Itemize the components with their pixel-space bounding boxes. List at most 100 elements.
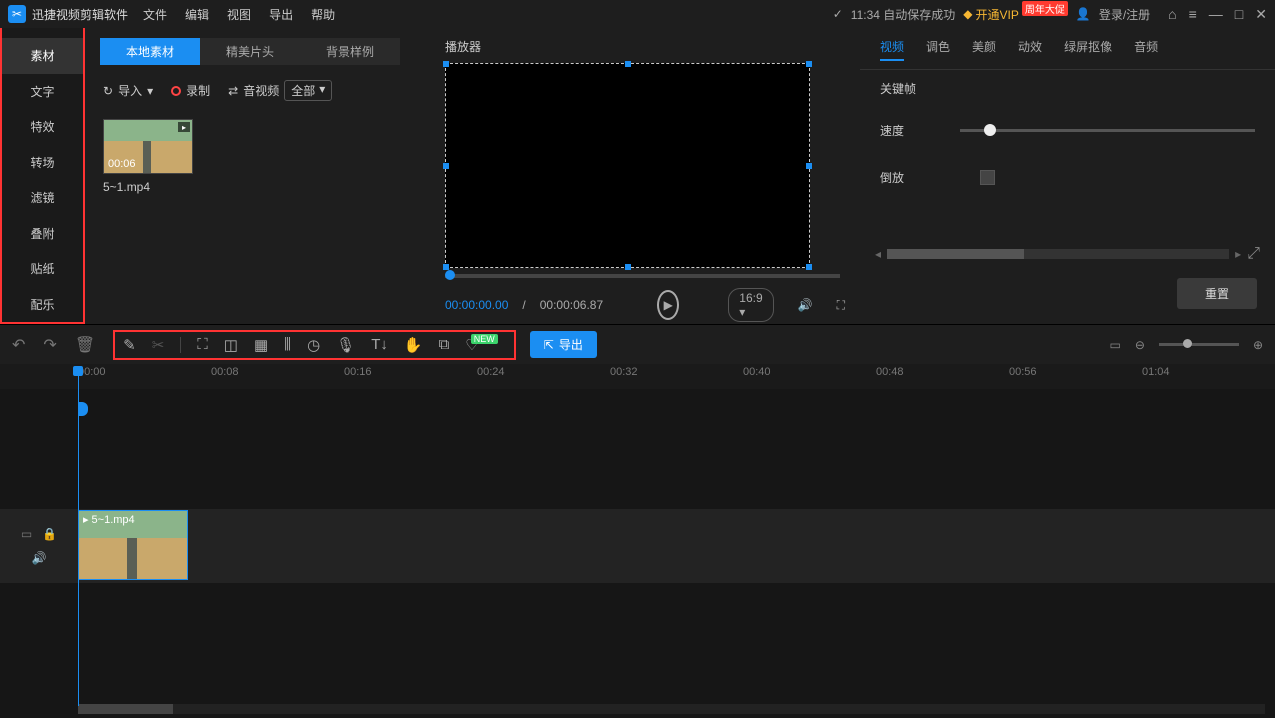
resize-handle[interactable] (806, 264, 812, 270)
clock-icon[interactable]: ◷ (307, 336, 320, 354)
redo-icon[interactable]: ↷ (43, 335, 56, 355)
ruler-mark: 00:16 (344, 364, 477, 389)
fullscreen-icon[interactable]: ⛶ (837, 298, 845, 313)
sidebar-item-effects[interactable]: 特效 (2, 109, 83, 145)
resize-handle[interactable] (443, 61, 449, 67)
av-label: 音视频 (243, 82, 279, 99)
resize-handle[interactable] (625, 61, 631, 67)
timeline-toolbar: ↶ ↷ 🗑 ✎ ✂ ⛶ ◫ ▦ ⫼ ◷ 🎙 T↓ ✋ ⧉ ♡NEW ⇱ 导出 ▭… (0, 324, 1275, 364)
reverse-label: 倒放 (880, 169, 940, 186)
maximize-icon[interactable]: □ (1235, 6, 1243, 23)
ratio-icon[interactable]: ◫ (224, 336, 238, 354)
prop-tab-color[interactable]: 调色 (926, 38, 950, 61)
reset-button[interactable]: 重置 (1177, 278, 1257, 309)
user-icon: 👤 (1076, 7, 1091, 21)
edit-icon[interactable]: ✎ (123, 336, 136, 354)
sidebar-item-text[interactable]: 文字 (2, 74, 83, 110)
media-item[interactable]: ▸ 00:06 5~1.mp4 (103, 119, 415, 194)
login-link[interactable]: 登录/注册 (1099, 6, 1150, 23)
prop-tab-video[interactable]: 视频 (880, 38, 904, 61)
record-icon (171, 86, 181, 96)
record-button[interactable]: 录制 (171, 82, 210, 99)
menu-help[interactable]: 帮助 (311, 6, 335, 23)
menu-edit[interactable]: 编辑 (185, 6, 209, 23)
media-tab-bg[interactable]: 背景样例 (300, 38, 400, 65)
media-tab-local[interactable]: 本地素材 (100, 38, 200, 65)
clip-play-icon: ▸ (83, 513, 89, 526)
track-audio-icon[interactable]: 🔊 (32, 551, 47, 565)
home-icon[interactable]: ⌂ (1168, 6, 1176, 23)
timeline-ruler[interactable]: 00:00 00:08 00:16 00:24 00:32 00:40 00:4… (0, 364, 1275, 389)
ratio-value: 16:9 (739, 291, 762, 305)
fit-icon[interactable]: ▭ (1110, 338, 1121, 352)
zoom-thumb[interactable] (1183, 339, 1192, 348)
prop-tab-beauty[interactable]: 美颜 (972, 38, 996, 61)
player-viewport[interactable] (445, 63, 810, 268)
chart-icon[interactable]: ⫼ (284, 336, 291, 353)
heart-icon[interactable]: ♡NEW (465, 336, 505, 354)
expand-icon[interactable]: ⤢ (1247, 245, 1260, 263)
menu-file[interactable]: 文件 (143, 6, 167, 23)
video-track[interactable]: ▭ 🔒 🔊 ▸5~1.mp4 (0, 509, 1275, 583)
sidebar-item-sticker[interactable]: 贴纸 (2, 251, 83, 287)
app-logo: ✂ (8, 5, 26, 23)
close-icon[interactable]: ✕ (1255, 6, 1267, 23)
prop-tab-audio[interactable]: 音频 (1134, 38, 1158, 61)
prop-scrollbar[interactable] (887, 249, 1229, 259)
scroll-left-icon[interactable]: ◂ (875, 247, 881, 261)
speed-slider[interactable] (960, 129, 1255, 132)
resize-handle[interactable] (443, 163, 449, 169)
hand-icon[interactable]: ✋ (404, 336, 423, 354)
menu-export[interactable]: 导出 (269, 6, 293, 23)
undo-icon[interactable]: ↶ (12, 335, 25, 355)
timeline-clip[interactable]: ▸5~1.mp4 (78, 510, 188, 580)
image-icon[interactable]: ▦ (254, 336, 268, 354)
delete-icon[interactable]: 🗑 (75, 335, 95, 355)
prop-tab-greenscreen[interactable]: 绿屏抠像 (1064, 38, 1112, 61)
slider-thumb[interactable] (984, 124, 996, 136)
export-button[interactable]: ⇱ 导出 (530, 331, 597, 358)
zoom-in-icon[interactable]: ⊕ (1253, 338, 1263, 352)
sidebar-item-material[interactable]: 素材 (2, 38, 83, 74)
play-overlay-icon: ▸ (178, 122, 190, 132)
timeline-scrollbar[interactable] (78, 704, 1265, 714)
titlebar-right: ✓ 11:34 自动保存成功 ◆ 开通VIP 周年大促 👤 登录/注册 ⌂ ≡ … (833, 6, 1267, 23)
menu-view[interactable]: 视图 (227, 6, 251, 23)
import-button[interactable]: ↻ 导入 ▾ (103, 82, 153, 99)
sidebar-item-filter[interactable]: 滤镜 (2, 180, 83, 216)
sidebar-item-overlay[interactable]: 叠附 (2, 216, 83, 252)
clip-name: 5~1.mp4 (92, 514, 135, 526)
scroll-right-icon[interactable]: ▸ (1235, 247, 1241, 261)
lock-icon[interactable]: 🔒 (42, 527, 57, 541)
resize-handle[interactable] (806, 61, 812, 67)
track-marker[interactable] (78, 402, 88, 416)
play-button[interactable]: ▶ (657, 290, 679, 320)
media-tab-intro[interactable]: 精美片头 (200, 38, 300, 65)
cut-icon[interactable]: ✂ (152, 336, 165, 354)
crop-icon[interactable]: ⛶ (197, 336, 208, 353)
resize-handle[interactable] (806, 163, 812, 169)
export-label: 导出 (559, 336, 583, 353)
seek-thumb[interactable] (445, 270, 455, 280)
zoom-out-icon[interactable]: ⊖ (1135, 338, 1145, 352)
copy-icon[interactable]: ⧉ (439, 336, 450, 353)
mic-icon[interactable]: 🎙 (336, 336, 355, 354)
sidebar-item-music[interactable]: 配乐 (2, 287, 83, 323)
menu-icon[interactable]: ≡ (1189, 6, 1197, 23)
aspect-ratio-select[interactable]: 16:9 ▾ (728, 288, 773, 322)
av-filter[interactable]: ⇄ 音视频 全部 ▾ (228, 80, 332, 101)
media-thumbnail: ▸ 00:06 (103, 119, 193, 174)
ruler-mark: 00:40 (743, 364, 876, 389)
track-video-icon[interactable]: ▭ (21, 527, 32, 541)
text-icon[interactable]: T↓ (371, 336, 388, 353)
sidebar-item-transition[interactable]: 转场 (2, 145, 83, 181)
player-seekbar[interactable] (445, 274, 840, 278)
vip-button[interactable]: ◆ 开通VIP 周年大促 (963, 6, 1068, 23)
resize-handle[interactable] (625, 264, 631, 270)
volume-icon[interactable]: 🔊 (798, 298, 813, 312)
zoom-slider[interactable] (1159, 343, 1239, 346)
reverse-checkbox[interactable] (980, 170, 995, 185)
playhead[interactable] (78, 366, 79, 706)
prop-tab-motion[interactable]: 动效 (1018, 38, 1042, 61)
minimize-icon[interactable]: — (1209, 6, 1223, 23)
